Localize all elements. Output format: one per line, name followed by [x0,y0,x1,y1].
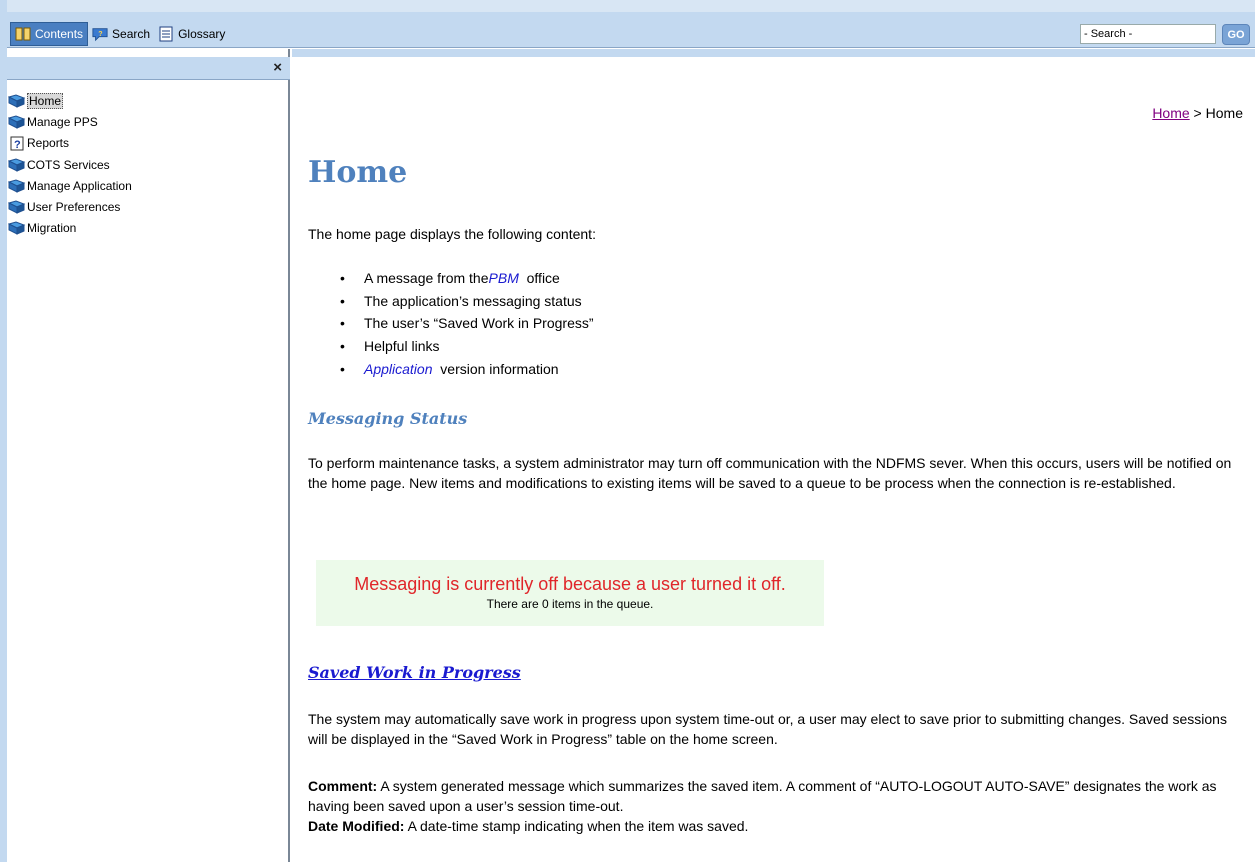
content-top-border [292,49,1255,57]
bullet-item: The application’s messaging status [340,290,594,313]
toc-item-label: COTS Services [27,157,110,172]
toc-header: × [7,57,290,80]
tab-search-label: Search [112,27,151,41]
tab-search[interactable]: ? Search [88,22,154,46]
breadcrumb-current: Home [1205,105,1243,121]
bullet-item: The user’s “Saved Work in Progress” [340,312,594,335]
breadcrumb: Home > Home [1152,105,1243,121]
book-icon [15,26,31,42]
page-title: Home [308,155,408,190]
tab-contents-label: Contents [35,27,84,41]
messaging-status-heading: Messaging Status [308,409,468,428]
close-pane-button[interactable]: × [273,59,282,76]
messaging-status-image: Messaging is currently off because a use… [316,560,824,626]
messaging-paragraph: To perform maintenance tasks, a system a… [308,455,1232,491]
glossary-link-application[interactable]: Application [364,361,433,377]
toc-item-cots-services[interactable]: COTS Services [0,154,132,175]
book-icon [8,114,26,130]
toc-item-reports[interactable]: ? Reports [0,133,132,154]
glossary-link-pbm[interactable]: PBM [489,270,519,286]
toc-item-label: Manage Application [27,178,132,193]
tab-glossary-label: Glossary [178,27,226,41]
date-modified-term: Date Modified: [308,818,405,834]
book-icon [8,93,26,109]
help-page-icon: ? [8,135,26,151]
glossary-icon [158,26,174,42]
toc-item-home[interactable]: Home [0,90,132,111]
book-icon [8,220,26,236]
comment-term: Comment: [308,778,378,794]
svg-text:?: ? [98,30,102,38]
breadcrumb-home-link[interactable]: Home [1152,105,1189,121]
date-modified-definition: A date-time stamp indicating when the it… [404,818,749,834]
toc-item-label: Manage PPS [27,114,98,129]
top-toolbar: Contents ? Search Glossary GO [0,0,1255,48]
go-button[interactable]: GO [1222,24,1250,45]
search-input[interactable] [1080,24,1216,44]
toc-item-label: Reports [27,136,70,151]
breadcrumb-separator: > [1189,105,1206,121]
queue-count-text: There are 0 items in the queue. [486,597,654,611]
toc-list: Home Manage PPS ? Reports COTS Services … [0,90,132,239]
comment-definition: A system generated message which summari… [308,778,1217,814]
bullet-item: Helpful links [340,335,594,358]
book-icon [8,178,26,194]
svg-text:?: ? [14,139,21,151]
saved-work-heading-link[interactable]: Saved Work in Progress [308,663,521,682]
toc-item-label: Home [27,92,64,109]
toc-item-user-preferences[interactable]: User Preferences [0,196,132,217]
search-bubble-icon: ? [92,26,108,42]
toolbar-top-strip [0,0,1255,12]
field-definitions: Comment: A system generated message whic… [308,776,1243,836]
saved-work-paragraph: The system may automatically save work i… [308,711,1227,747]
toc-item-manage-pps[interactable]: Manage PPS [0,111,132,132]
nav-tabs: Contents ? Search Glossary [10,21,229,47]
toc-item-label: Migration [27,221,77,236]
bullet-item: A message from the PBM office [340,267,594,290]
toc-item-manage-application[interactable]: Manage Application [0,175,132,196]
toc-item-migration[interactable]: Migration [0,218,132,239]
bullet-item: Application version information [340,357,594,380]
messaging-status-message: Messaging is currently off because a use… [354,574,786,594]
book-icon [8,157,26,173]
toc-item-label: User Preferences [27,200,121,215]
tab-glossary[interactable]: Glossary [154,22,229,46]
content-bullets: A message from the PBM office The applic… [340,267,594,380]
book-icon [8,199,26,215]
intro-text: The home page displays the following con… [308,226,596,242]
tab-contents[interactable]: Contents [10,22,89,46]
